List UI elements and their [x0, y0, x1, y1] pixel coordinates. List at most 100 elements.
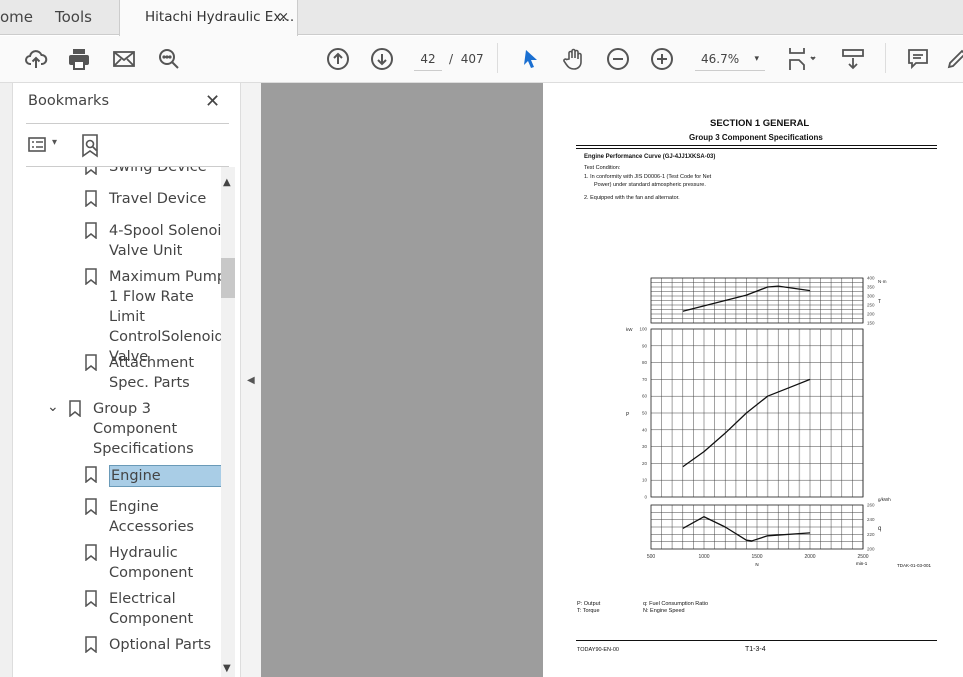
y-tick-label: 400: [867, 276, 875, 281]
footer-rule: [576, 640, 937, 641]
bookmark-label: 4-Spool Solenoid Valve Unit: [109, 223, 221, 259]
tab-document[interactable]: Hitachi Hydraulic Ex... ×: [119, 0, 298, 36]
previous-page-icon[interactable]: [325, 46, 351, 72]
print-icon[interactable]: [66, 46, 92, 72]
bookmark-icon: [85, 466, 97, 483]
y-tick-label: 100: [639, 327, 647, 332]
document-background: [261, 83, 543, 677]
hand-tool-icon[interactable]: [561, 46, 587, 72]
y-tick-label: 260: [867, 503, 875, 508]
panel-title: Bookmarks: [28, 93, 110, 109]
legend-p: P: Output: [577, 601, 601, 607]
y-tick-label: 300: [867, 294, 875, 299]
search-icon[interactable]: [156, 46, 182, 72]
bookmark-label: Optional Parts: [109, 637, 212, 653]
bookmark-label: Electrical Component: [109, 591, 194, 627]
highlight-pen-icon[interactable]: [944, 46, 963, 72]
bookmark-label: Maximum Pump 1 Flow Rate Limit ControlSo…: [109, 269, 221, 365]
bookmark-icon: [85, 190, 97, 207]
legend-n: N: Engine Speed: [643, 608, 685, 614]
y-tick-label: 200: [867, 547, 875, 552]
bookmark-label: Swing Device: [109, 167, 207, 175]
bookmark-icon: [69, 400, 81, 417]
zoom-in-icon[interactable]: [649, 46, 675, 72]
scrollbar[interactable]: [221, 167, 235, 677]
collapse-chevron-icon[interactable]: ⌄: [47, 397, 59, 417]
chevron-down-icon: ▾: [754, 54, 759, 64]
tab-home[interactable]: ome: [0, 0, 33, 35]
list-options-icon: [28, 137, 46, 152]
bookmarks-panel: Bookmarks ✕ ▾ Swing Device Travel Device 4…: [13, 83, 240, 677]
next-page-icon[interactable]: [369, 46, 395, 72]
bookmark-icon: [85, 167, 97, 175]
x-unit-label: min-1: [856, 561, 868, 566]
comment-icon[interactable]: [905, 46, 931, 72]
tab-tools[interactable]: Tools: [55, 0, 92, 35]
engine-performance-chart: 150 200 250 300 350 400N·m T 0 10 20 30 40 50 60 70 80 9…: [626, 276, 891, 568]
y-tick-label: 70: [642, 377, 648, 382]
y-tick-label: 240: [867, 517, 875, 522]
y-tick-label: 220: [867, 532, 875, 537]
y-tick-label: 250: [867, 303, 875, 308]
page-number-input[interactable]: 42: [414, 47, 442, 71]
scroll-up-arrow[interactable]: ▲: [223, 177, 231, 188]
email-icon[interactable]: [111, 46, 137, 72]
y-unit-label: N·m: [878, 279, 887, 284]
bookmark-icon: [85, 222, 97, 239]
y-tick-label: 80: [642, 360, 648, 365]
bookmark-options-button[interactable]: ▾: [28, 136, 62, 156]
bookmark-search-icon[interactable]: [81, 134, 101, 162]
fit-page-icon[interactable]: [784, 46, 820, 72]
y-unit-label: g/kWh: [878, 497, 891, 502]
y-axis-label: T: [878, 299, 881, 305]
bookmark-list: Swing Device Travel Device 4-Spool Solenoi…: [13, 167, 221, 677]
tab-bar: ome Tools Hitachi Hydraulic Ex... ×: [0, 0, 963, 36]
bookmark-label: Group 3 Component Specifications: [93, 401, 194, 457]
y-tick-label: 150: [867, 321, 875, 326]
zoom-level-select[interactable]: 46.7% ▾: [695, 47, 765, 71]
y-axis-label: P: [626, 412, 630, 418]
x-tick-label: 500: [647, 554, 656, 560]
bookmark-icon: [85, 544, 97, 561]
scrollbar-thumb[interactable]: [221, 258, 235, 298]
collapse-panel-icon[interactable]: ◀: [247, 375, 255, 386]
bookmark-icon: [85, 590, 97, 607]
toolbar-divider: [497, 43, 498, 73]
x-axis-label: N: [755, 562, 758, 567]
close-tab-icon[interactable]: ×: [278, 0, 289, 35]
close-panel-icon[interactable]: ✕: [205, 91, 220, 112]
y-tick-label: 90: [642, 343, 648, 348]
y-tick-label: 200: [867, 312, 875, 317]
x-tick-label: 1000: [698, 554, 709, 560]
x-tick-label: 2000: [804, 554, 815, 560]
tab-document-label: Hitachi Hydraulic Ex...: [145, 9, 295, 25]
bookmark-label: Hydraulic Component: [109, 545, 194, 581]
divider: [26, 123, 229, 124]
figure-id: TDAK-01-03-001: [897, 563, 932, 568]
upload-cloud-icon[interactable]: [23, 46, 49, 72]
footer-page-number: T1-3-4: [745, 646, 766, 653]
panel-splitter[interactable]: ◀: [240, 83, 261, 677]
scroll-down-arrow[interactable]: ▼: [223, 663, 231, 674]
page-count: 407: [460, 52, 484, 66]
page-total: / 407: [449, 47, 484, 71]
scroll-mode-icon[interactable]: [840, 46, 866, 72]
bookmark-label: Travel Device: [109, 191, 207, 207]
bookmark-label: Attachment Spec. Parts: [109, 355, 195, 391]
y-tick-label: 10: [642, 478, 648, 483]
bookmark-icon: [85, 636, 97, 653]
legend-t: T: Torque: [577, 608, 600, 614]
pdf-page: SECTION 1 GENERAL Group 3 Component Spec…: [543, 83, 963, 677]
footer-doc-id: TODAY90-EN-00: [577, 647, 619, 653]
y-tick-label: 60: [642, 394, 648, 399]
x-tick-label: 2500: [857, 554, 868, 560]
y-tick-label: 0: [644, 495, 647, 500]
toolbar-divider: [885, 43, 886, 73]
legend-q: q: Fuel Consumption Ratio: [643, 601, 709, 607]
select-cursor-icon[interactable]: [518, 46, 544, 72]
y-tick-label: 40: [642, 427, 648, 432]
navigation-strip: [0, 83, 13, 677]
bookmark-label: Engine: [109, 465, 221, 487]
x-tick-label: 1500: [751, 554, 762, 560]
zoom-out-icon[interactable]: [605, 46, 631, 72]
